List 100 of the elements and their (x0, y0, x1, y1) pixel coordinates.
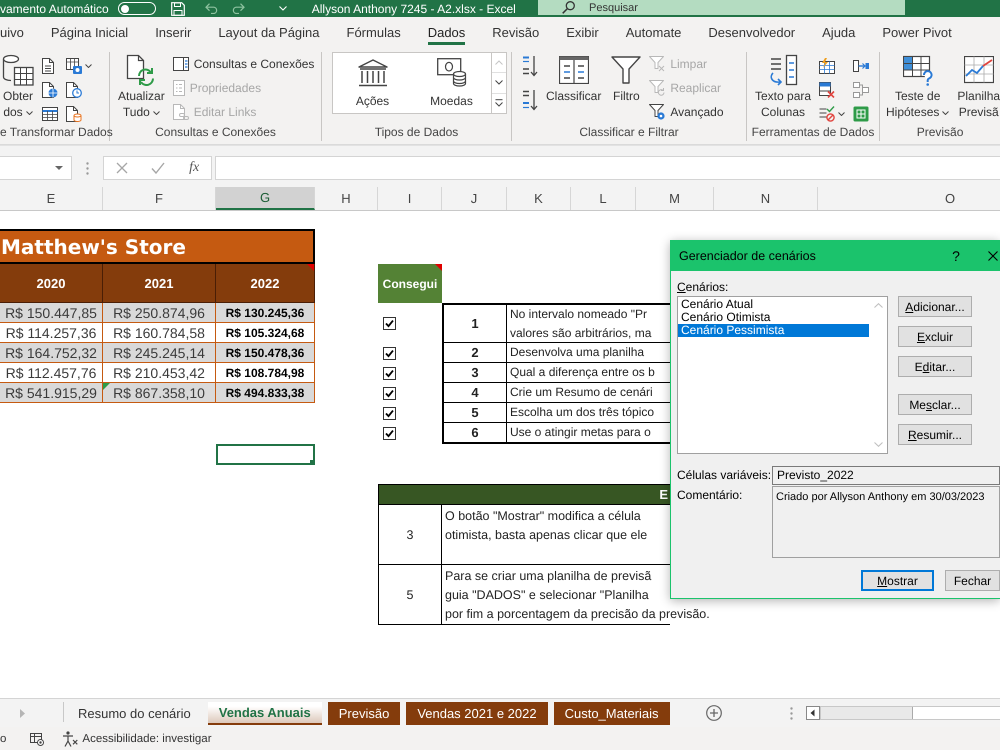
column-header[interactable]: M (636, 187, 714, 210)
list-item[interactable]: Cenário Otimista (678, 311, 869, 324)
table-cell: R$ 112.457,76 (0, 363, 103, 383)
menu-tab[interactable]: Dados (428, 20, 466, 44)
caret-icon (838, 112, 846, 116)
table-cell: R$ 130.245,36 (216, 303, 315, 323)
table-header-cell: 2022 (216, 264, 315, 303)
ribbon-button[interactable]: Texto para Colunas (753, 54, 814, 120)
text-field[interactable]: Previsto_2022 (772, 466, 1000, 485)
ribbon-button[interactable]: Planilha Previsã (957, 54, 1000, 120)
table-header-cell: 2020 (0, 264, 103, 303)
sheet-tab[interactable]: Custo_Materiais (554, 702, 670, 725)
ribbon-button[interactable]: Teste de Hipóteses (886, 54, 950, 120)
search-field[interactable]: Pesquisar (538, 0, 905, 15)
document-title: Allyson Anthony 7245 - A2.xlsx - Excel (312, 2, 516, 16)
dialog-button[interactable]: Excluir (898, 326, 972, 347)
vertical-dots-icon[interactable] (790, 707, 793, 720)
column-header[interactable]: N (714, 187, 818, 210)
dialog-button[interactable]: Adicionar... (898, 296, 972, 317)
column-header[interactable]: O (818, 187, 1000, 210)
sheet-tab[interactable]: Vendas Anuais (208, 702, 322, 725)
menu-tab[interactable]: Inserir (155, 20, 192, 44)
table-circle-icon[interactable] (30, 732, 44, 746)
sheet-tab[interactable]: Resumo do cenário (67, 702, 202, 725)
ribbon-button[interactable]: Filtro (609, 54, 644, 104)
table-cell: 6 (442, 423, 507, 444)
checkbox[interactable] (383, 406, 396, 420)
menu-tab[interactable]: Exibir (566, 20, 599, 44)
ribbon-button[interactable]: Atualizar Tudo (116, 54, 167, 120)
active-cell[interactable] (216, 444, 315, 465)
dialog-button[interactable]: Editar... (898, 356, 972, 377)
name-box-field[interactable] (0, 156, 72, 180)
dialog-button[interactable]: Mesclar... (898, 394, 972, 415)
comment-field[interactable]: Criado por Allyson Anthony em 30/03/2023 (772, 486, 1000, 558)
dialog-button[interactable]: Resumir... (898, 424, 972, 445)
menu-tab[interactable]: Ajuda (822, 20, 856, 44)
menu-tab[interactable]: Power Pivot (882, 20, 952, 44)
filter-refresh-icon (649, 80, 666, 96)
cell-text: O botão "Mostrar" modifica a célula (445, 508, 641, 525)
menu-tab[interactable]: Revisão (492, 20, 540, 44)
ribbon-button[interactable]: Avançado (649, 102, 724, 122)
ribbon-button[interactable]: Consultas e Conexões (172, 54, 314, 74)
plus-circle-icon[interactable] (706, 705, 722, 721)
menu-tab[interactable]: uivo (0, 20, 24, 44)
caret-icon[interactable] (278, 6, 287, 11)
autosave-toggle[interactable] (118, 2, 156, 15)
menu-tab[interactable]: Página Inicial (50, 20, 128, 44)
checkbox[interactable] (383, 427, 396, 440)
gallery-item[interactable]: Ações (333, 53, 412, 113)
table-cell: R$ 108.784,98 (216, 363, 315, 383)
ribbon-button[interactable] (522, 54, 538, 78)
table-cell: R$ 114.257,36 (0, 323, 103, 343)
menu-tab[interactable]: Fórmulas (346, 20, 401, 44)
column-header[interactable]: L (571, 187, 636, 210)
table-cell: R$ 150.447,85 (0, 303, 103, 323)
menu-tab[interactable]: Automate (626, 20, 682, 44)
database-table-icon (2, 54, 34, 86)
table-cell: 3 (378, 505, 442, 565)
checkbox[interactable] (383, 346, 396, 360)
accessibility-icon[interactable] (62, 730, 78, 746)
ribbon-button[interactable]: Classificar (544, 54, 604, 104)
dialog-button[interactable]: Mostrar (861, 570, 934, 591)
horizontal-scrollbar[interactable] (820, 706, 1000, 720)
connected-boxes-icon (853, 82, 870, 98)
dialog-title: Gerenciador de cenários (679, 249, 816, 263)
dialog-button[interactable]: Fechar (945, 570, 1000, 591)
column-header[interactable]: I (378, 187, 442, 210)
save-icon[interactable] (170, 2, 185, 16)
undo-icon[interactable] (204, 3, 219, 14)
scenario-list[interactable]: Cenário Atual Cenário Otimista Cenário Pessimista (677, 296, 888, 454)
gallery-item[interactable]: Moedas (412, 53, 491, 113)
checkbox[interactable] (383, 366, 396, 380)
sheet-tab[interactable]: Vendas 2021 e 2022 (406, 702, 548, 725)
redo-icon[interactable] (230, 3, 245, 14)
ribbon-button[interactable] (522, 88, 538, 112)
checkbox[interactable] (383, 316, 396, 330)
list-item[interactable]: Cenário Atual (678, 298, 869, 311)
insert-function-button[interactable]: fx (189, 160, 200, 176)
menu-tab[interactable]: Layout da Página (218, 20, 320, 44)
column-header[interactable]: J (442, 187, 507, 210)
table-cell: R$ 245.245,14 (103, 343, 216, 363)
formula-input-field[interactable] (215, 156, 1000, 180)
sheet-tab[interactable]: Previsão (328, 702, 400, 725)
column-header[interactable]: K (507, 187, 571, 210)
ribbon-button[interactable]: Obter dos (0, 54, 36, 120)
line-chart-icon (964, 56, 994, 84)
scroll-left-icon[interactable] (806, 706, 820, 720)
column-header[interactable]: G (216, 187, 315, 210)
close-icon[interactable] (988, 251, 998, 261)
column-header[interactable]: H (315, 187, 378, 210)
vertical-dots-icon[interactable] (86, 162, 89, 174)
grid-tile-icon (853, 106, 870, 122)
menu-tab[interactable]: Desenvolvedor (708, 20, 796, 44)
list-item[interactable]: Cenário Pessimista (678, 324, 869, 337)
help-button[interactable]: ? (948, 248, 964, 264)
column-header[interactable]: E (0, 187, 103, 210)
checkbox[interactable] (383, 386, 396, 400)
table-header-cell: Consegui (378, 264, 442, 303)
table-cell: R$ 494.833,38 (216, 383, 315, 403)
accessibility-status[interactable]: Acessibilidade: investigar (82, 732, 212, 744)
